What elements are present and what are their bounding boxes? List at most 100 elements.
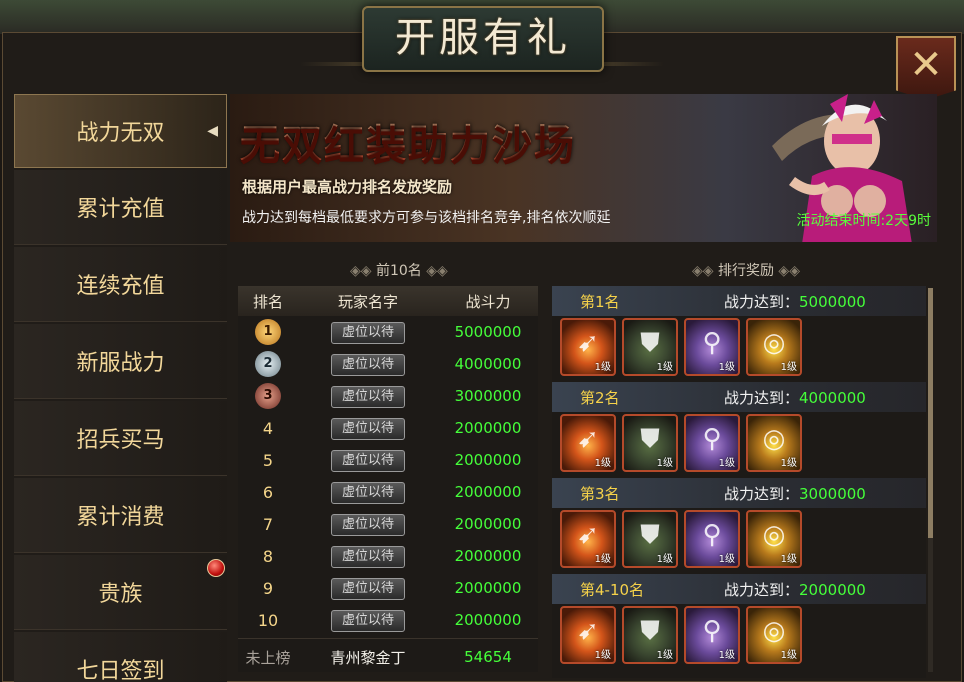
tier-rank-label: 第4-10名 <box>580 580 645 599</box>
armor-icon[interactable]: ⛊ 1级 <box>622 414 678 472</box>
rank-number: 9 <box>262 578 274 598</box>
player-name: 虚位以待 <box>331 609 405 632</box>
necklace-icon[interactable]: ◎ 1级 <box>746 510 802 568</box>
requirement-label: 战力达到： <box>724 580 800 599</box>
self-player-name: 青州黎金丁 <box>330 648 406 667</box>
player-name: 虚位以待 <box>331 481 405 504</box>
reward-tier-header: 第4-10名 战力达到：2000000 <box>552 574 926 604</box>
notification-dot-icon <box>207 559 225 577</box>
necklace-icon[interactable]: ◎ 1级 <box>746 318 802 376</box>
item-level: 1级 <box>718 458 735 469</box>
player-name: 虚位以待 <box>331 385 405 408</box>
crossbow-icon[interactable]: ➹ 1级 <box>560 606 616 664</box>
item-level: 1级 <box>594 554 611 565</box>
reward-items: ➹ 1级 ⛊ 1级 ⚲ 1级 ◎ 1级 <box>552 412 926 472</box>
tier-requirement: 战力达到：5000000 <box>724 291 866 312</box>
power-value: 2000000 <box>454 483 522 501</box>
power-value: 3000000 <box>454 387 522 405</box>
player-name: 虚位以待 <box>331 353 405 376</box>
power-value: 2000000 <box>454 419 522 437</box>
table-row: 5 虚位以待 2000000 <box>238 444 538 476</box>
item-level: 1级 <box>594 458 611 469</box>
sidebar-item-label: 战力无双 <box>76 121 165 146</box>
item-level: 1级 <box>780 362 797 373</box>
rank-number: 7 <box>262 514 274 534</box>
crossbow-icon[interactable]: ➹ 1级 <box>560 510 616 568</box>
rank-number: 6 <box>262 482 274 502</box>
armor-icon[interactable]: ⛊ 1级 <box>622 510 678 568</box>
item-level: 1级 <box>594 650 611 661</box>
item-level: 1级 <box>780 554 797 565</box>
scrollbar-thumb[interactable] <box>928 288 933 538</box>
item-level: 1级 <box>718 362 735 373</box>
item-level: 1级 <box>718 650 735 661</box>
player-name: 虚位以待 <box>331 513 405 536</box>
sidebar-item-seven-day-signin[interactable]: 七日签到 <box>14 632 227 682</box>
crossbow-icon[interactable]: ➹ 1级 <box>560 414 616 472</box>
sidebar-item-new-server-power[interactable]: 新服战力 <box>14 324 227 399</box>
player-name: 虚位以待 <box>331 321 405 344</box>
reward-tier-header: 第3名 战力达到：3000000 <box>552 478 926 508</box>
requirement-value: 4000000 <box>799 388 866 407</box>
power-value: 2000000 <box>454 451 522 469</box>
sidebar-item-cumulative-spend[interactable]: 累计消费 <box>14 478 227 553</box>
requirement-label: 战力达到： <box>724 292 800 311</box>
reward-scrollbar[interactable] <box>928 288 933 672</box>
player-name: 虚位以待 <box>331 577 405 600</box>
boots-icon[interactable]: ⚲ 1级 <box>684 510 740 568</box>
close-button[interactable]: ✕ <box>896 36 956 100</box>
rank-column-header: 排名 <box>252 292 283 311</box>
power-value: 5000000 <box>454 323 522 341</box>
player-name: 虚位以待 <box>331 545 405 568</box>
rewards-title-label: 排行奖励 <box>717 263 774 279</box>
close-x-icon: ✕ <box>909 42 943 88</box>
sidebar-item-nobility[interactable]: 贵族 <box>14 555 227 630</box>
table-row: 3 虚位以待 3000000 <box>238 380 538 412</box>
rank-number: 5 <box>262 450 274 470</box>
self-rank-row: 未上榜 青州黎金丁 54654 <box>238 638 538 675</box>
table-row: 6 虚位以待 2000000 <box>238 476 538 508</box>
table-row: 9 虚位以待 2000000 <box>238 572 538 604</box>
tier-requirement: 战力达到：2000000 <box>724 579 866 600</box>
reward-items: ➹ 1级 ⛊ 1级 ⚲ 1级 ◎ 1级 <box>552 316 926 376</box>
gold-medal-icon: 1 <box>255 319 281 345</box>
window-title-plate: 开服有礼 <box>362 6 604 72</box>
player-column-header: 玩家名字 <box>337 292 398 311</box>
tier-rank-label: 第1名 <box>580 292 620 311</box>
table-row: 8 虚位以待 2000000 <box>238 540 538 572</box>
silver-medal-icon: 2 <box>255 351 281 377</box>
item-level: 1级 <box>780 650 797 661</box>
necklace-icon[interactable]: ◎ 1级 <box>746 606 802 664</box>
boots-icon[interactable]: ⚲ 1级 <box>684 318 740 376</box>
reward-list[interactable]: 第1名 战力达到：5000000 ➹ 1级 ⛊ 1级 ⚲ 1级 ◎ 1级 第2名 战力达… <box>552 286 926 678</box>
sidebar-item-cumulative-recharge[interactable]: 累计充值 <box>14 170 227 245</box>
leaderboard-header: 排名 玩家名字 战斗力 <box>238 286 538 316</box>
power-column-header: 战斗力 <box>465 292 511 311</box>
armor-icon[interactable]: ⛊ 1级 <box>622 318 678 376</box>
banner-subtitle: 根据用户最高战力排名发放奖励 <box>242 178 453 196</box>
requirement-label: 战力达到： <box>724 388 800 407</box>
self-power: 54654 <box>464 648 512 666</box>
leaderboard-title-label: 前10名 <box>375 263 422 279</box>
armor-icon[interactable]: ⛊ 1级 <box>622 606 678 664</box>
boots-icon[interactable]: ⚲ 1级 <box>684 414 740 472</box>
reward-tier-header: 第1名 战力达到：5000000 <box>552 286 926 316</box>
table-row: 1 虚位以待 5000000 <box>238 316 538 348</box>
crossbow-icon[interactable]: ➹ 1级 <box>560 318 616 376</box>
event-end-time: 活动结束时间:2天9时 <box>796 213 931 229</box>
boots-icon[interactable]: ⚲ 1级 <box>684 606 740 664</box>
sidebar-item-recruit[interactable]: 招兵买马 <box>14 401 227 476</box>
leaderboard-table: 排名 玩家名字 战斗力 1 虚位以待 5000000 2 虚位以待 400000… <box>238 286 538 672</box>
necklace-icon[interactable]: ◎ 1级 <box>746 414 802 472</box>
sidebar: 战力无双 ◀ 累计充值 连续充值 新服战力 招兵买马 累计消费 贵族 七日签到 <box>14 94 227 682</box>
sidebar-item-label: 累计消费 <box>76 505 165 530</box>
requirement-label: 战力达到： <box>724 484 800 503</box>
sidebar-item-consecutive-recharge[interactable]: 连续充值 <box>14 247 227 322</box>
self-rank: 未上榜 <box>245 648 291 667</box>
diamond-ornament-icon: ◈◈ <box>421 263 448 279</box>
item-level: 1级 <box>718 554 735 565</box>
requirement-value: 3000000 <box>799 484 866 503</box>
power-value: 2000000 <box>454 515 522 533</box>
sidebar-item-combat-power[interactable]: 战力无双 ◀ <box>14 94 227 168</box>
reward-tier-header: 第2名 战力达到：4000000 <box>552 382 926 412</box>
